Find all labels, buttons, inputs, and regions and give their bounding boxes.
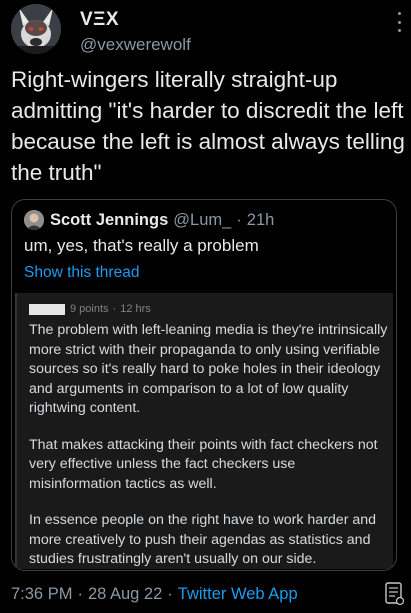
tweet-time[interactable]: 7:36 PM: [11, 585, 72, 603]
werewolf-avatar-icon: [11, 4, 61, 54]
show-thread-link[interactable]: Show this thread: [24, 264, 139, 282]
more-vertical-icon[interactable]: [395, 12, 403, 32]
tweet-screenshot: VΞX @vexwerewolf Right-wingers literally…: [0, 0, 411, 613]
reddit-comment-image[interactable]: 9 points · 12 hrs The problem with left-…: [15, 293, 393, 569]
quoted-author-avatar[interactable]: [24, 210, 44, 230]
reddit-comment-body: The problem with left-leaning media is t…: [29, 321, 389, 570]
comment-paragraph: In essence people on the right have to w…: [29, 512, 377, 567]
comment-paragraph: The problem with left-leaning media is t…: [29, 322, 388, 416]
comment-points: 9 points: [70, 303, 109, 315]
tweet-text: Right-wingers literally straight-up admi…: [11, 67, 405, 185]
thread-rail: [15, 293, 17, 569]
author-handle[interactable]: @vexwerewolf: [80, 35, 191, 55]
quoted-tweet-card[interactable]: Scott Jennings @Lum_ · 21h um, yes, that…: [11, 199, 397, 571]
quoted-author-handle[interactable]: @Lum_: [173, 211, 231, 230]
quoted-author-name[interactable]: Scott Jennings: [50, 211, 168, 230]
redacted-username: [29, 303, 65, 315]
tweet-source-link[interactable]: Twitter Web App: [178, 585, 298, 603]
quoted-tweet-header: Scott Jennings @Lum_ · 21h: [24, 210, 274, 230]
separator-dot: ·: [112, 303, 117, 315]
quoted-tweet-time[interactable]: 21h: [247, 211, 275, 230]
tweet-footer: 7:36 PM · 28 Aug 22 · Twitter Web App: [11, 585, 298, 604]
person-avatar-icon: [24, 210, 44, 230]
comment-paragraph: That makes attacking their points with f…: [29, 436, 378, 492]
author-avatar[interactable]: [11, 4, 61, 54]
separator-dot: ·: [236, 210, 242, 229]
separator-dot: ·: [77, 585, 83, 603]
separator-dot: ·: [167, 585, 173, 603]
quoted-tweet-text: um, yes, that's really a problem: [24, 236, 259, 255]
author-display-name[interactable]: VΞX: [80, 9, 119, 31]
document-list-icon[interactable]: [385, 582, 405, 606]
reddit-comment-meta: 9 points · 12 hrs: [29, 303, 151, 315]
tweet-date[interactable]: 28 Aug 22: [88, 585, 162, 603]
comment-age: 12 hrs: [120, 303, 151, 315]
